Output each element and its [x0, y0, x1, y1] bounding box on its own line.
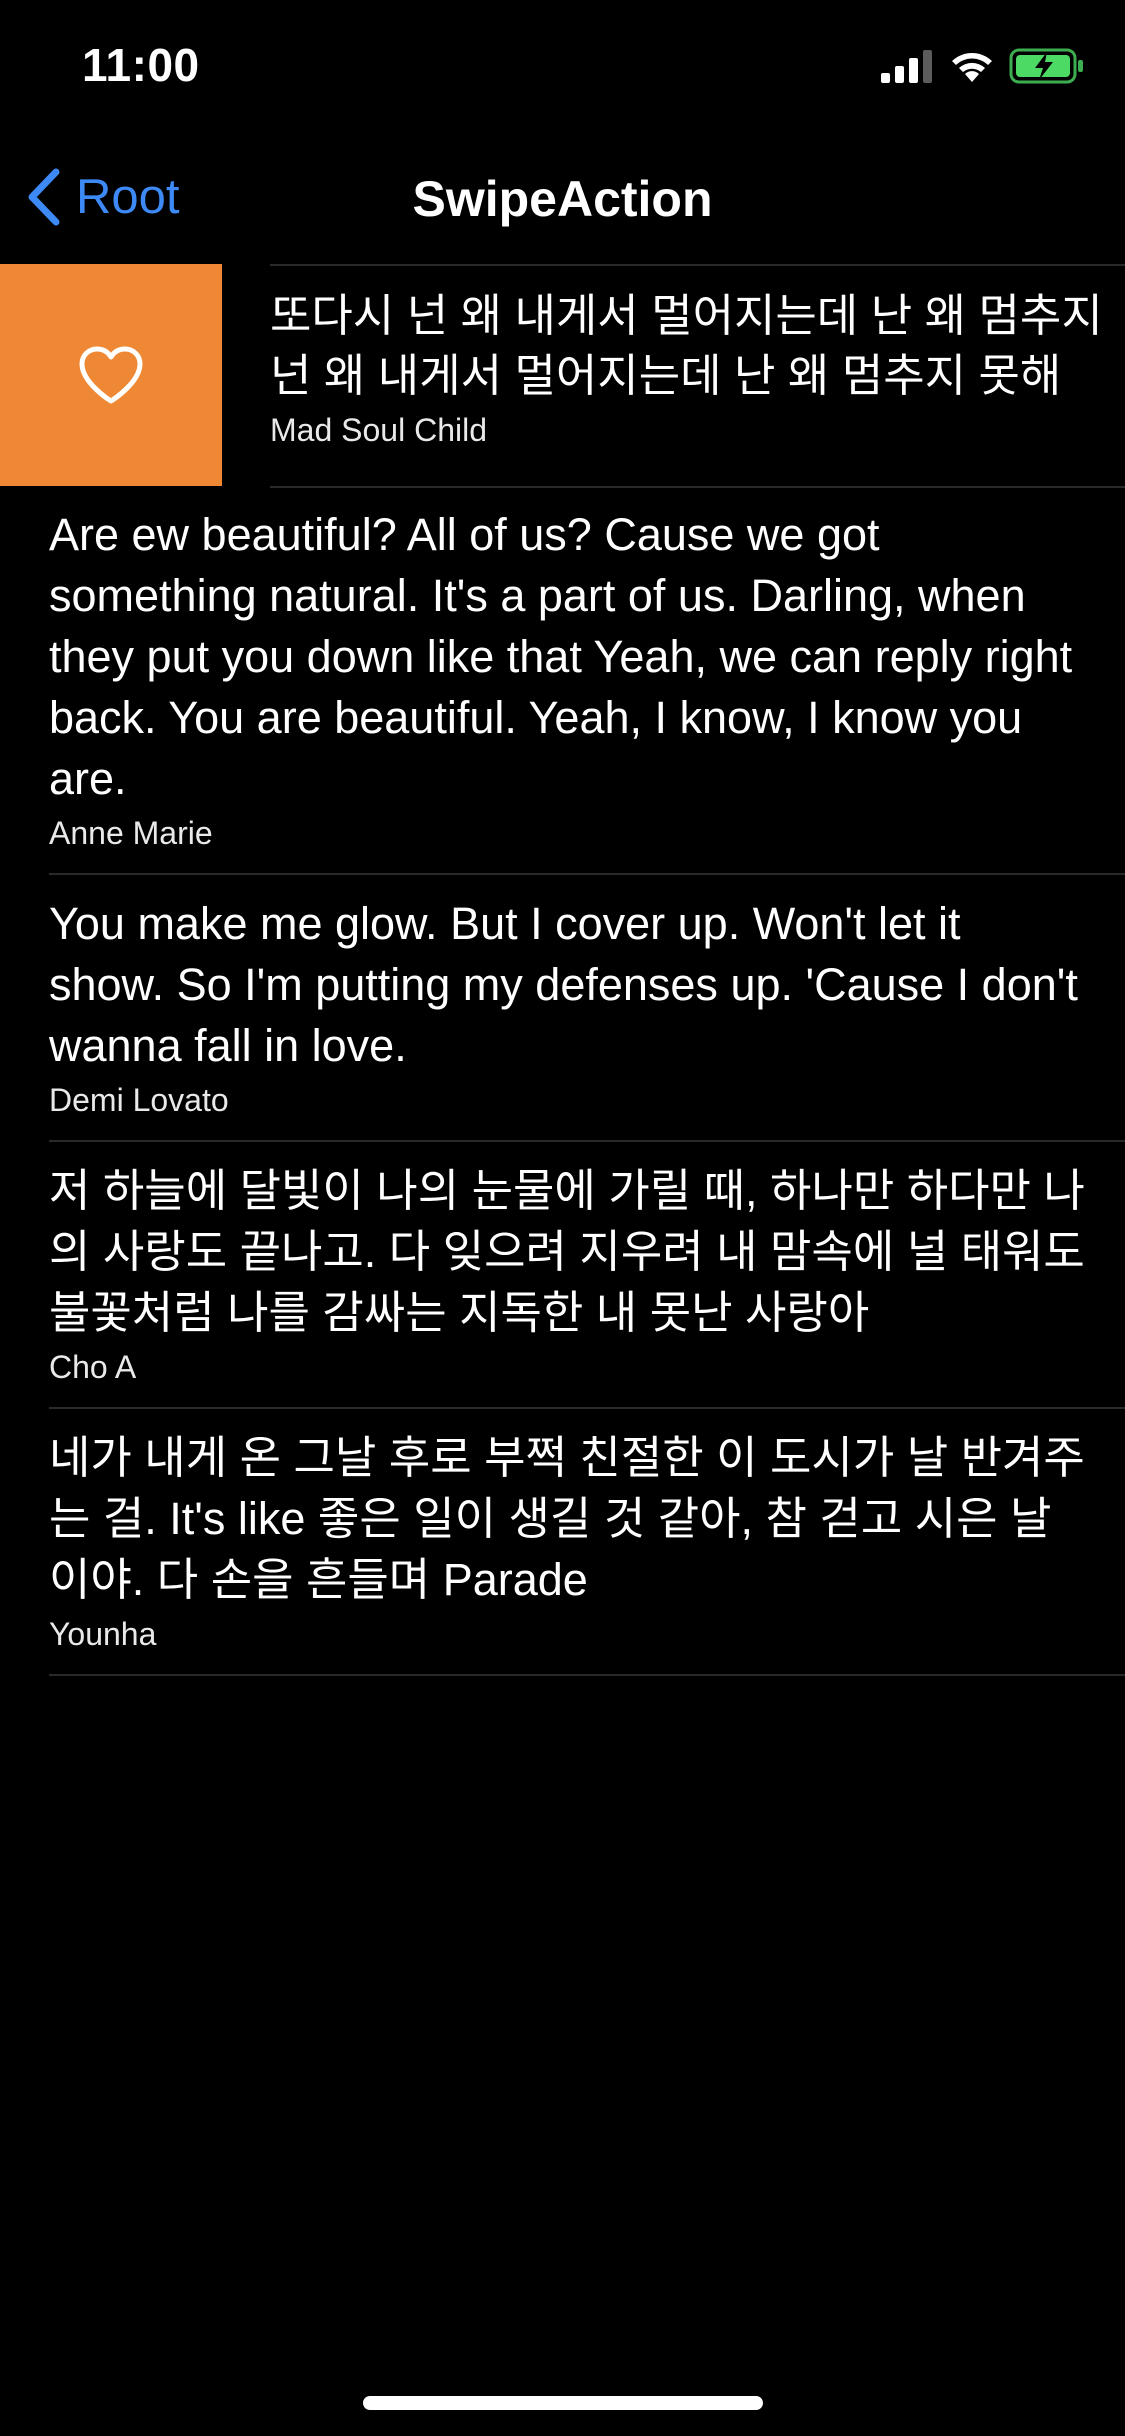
- status-bar: 11:00: [0, 0, 1125, 135]
- separator: [49, 1674, 1125, 1676]
- artist-name: Mad Soul Child: [270, 412, 487, 448]
- favorite-swipe-action-button[interactable]: [0, 264, 222, 486]
- list-item[interactable]: 저 하늘에 달빛이 나의 눈물에 가릴 때, 하나만 하다만 나의 사랑도 끝나…: [0, 1142, 1125, 1407]
- status-time: 11:00: [82, 39, 200, 91]
- page-title: SwipeAction: [412, 171, 713, 227]
- list-item[interactable]: 네가 내게 온 그날 후로 부쩍 친절한 이 도시가 날 반겨주는 걸. It'…: [0, 1409, 1125, 1674]
- home-indicator[interactable]: [363, 2396, 763, 2410]
- battery-charging-icon: [1009, 48, 1083, 84]
- status-icons: [881, 48, 1085, 84]
- artist-name: Younha: [49, 1616, 157, 1652]
- cellular-signal-icon: [881, 50, 932, 83]
- artist-name: Demi Lovato: [49, 1082, 229, 1118]
- lyric-text-line-1: 또다시 넌 왜 내게서 멀어지는데 난 왜 멈추지: [270, 290, 1103, 341]
- heart-icon: [79, 346, 143, 404]
- artist-name: Anne Marie: [49, 815, 213, 851]
- list-item[interactable]: Are ew beautiful? All of us? Cause we go…: [0, 486, 1125, 873]
- artist-name: Cho A: [49, 1349, 137, 1385]
- list-item-content: 또다시 넌 왜 내게서 멀어지는데 난 왜 멈추지 넌 왜 내게서 멀어지는데 …: [270, 264, 1125, 486]
- lyrics-list: 또다시 넌 왜 내게서 멀어지는데 난 왜 멈추지 넌 왜 내게서 멀어지는데 …: [0, 264, 1125, 1676]
- navigation-bar: Root SwipeAction: [0, 150, 1125, 250]
- lyric-text: Are ew beautiful? All of us? Cause we go…: [49, 509, 1085, 804]
- list-item-swiped[interactable]: 또다시 넌 왜 내게서 멀어지는데 난 왜 멈추지 넌 왜 내게서 멀어지는데 …: [0, 264, 1125, 488]
- lyric-text: 저 하늘에 달빛이 나의 눈물에 가릴 때, 하나만 하다만 나의 사랑도 끝나…: [49, 1165, 1098, 1338]
- lyric-text: 네가 내게 온 그날 후로 부쩍 친절한 이 도시가 날 반겨주는 걸. It'…: [49, 1432, 1085, 1605]
- lyric-text-line-2: 넌 왜 내게서 멀어지는데 난 왜 멈추지 못해: [270, 350, 1062, 401]
- lyric-text: You make me glow. But I cover up. Won't …: [49, 898, 1091, 1071]
- list-item[interactable]: You make me glow. But I cover up. Won't …: [0, 875, 1125, 1140]
- wifi-icon: [952, 53, 992, 82]
